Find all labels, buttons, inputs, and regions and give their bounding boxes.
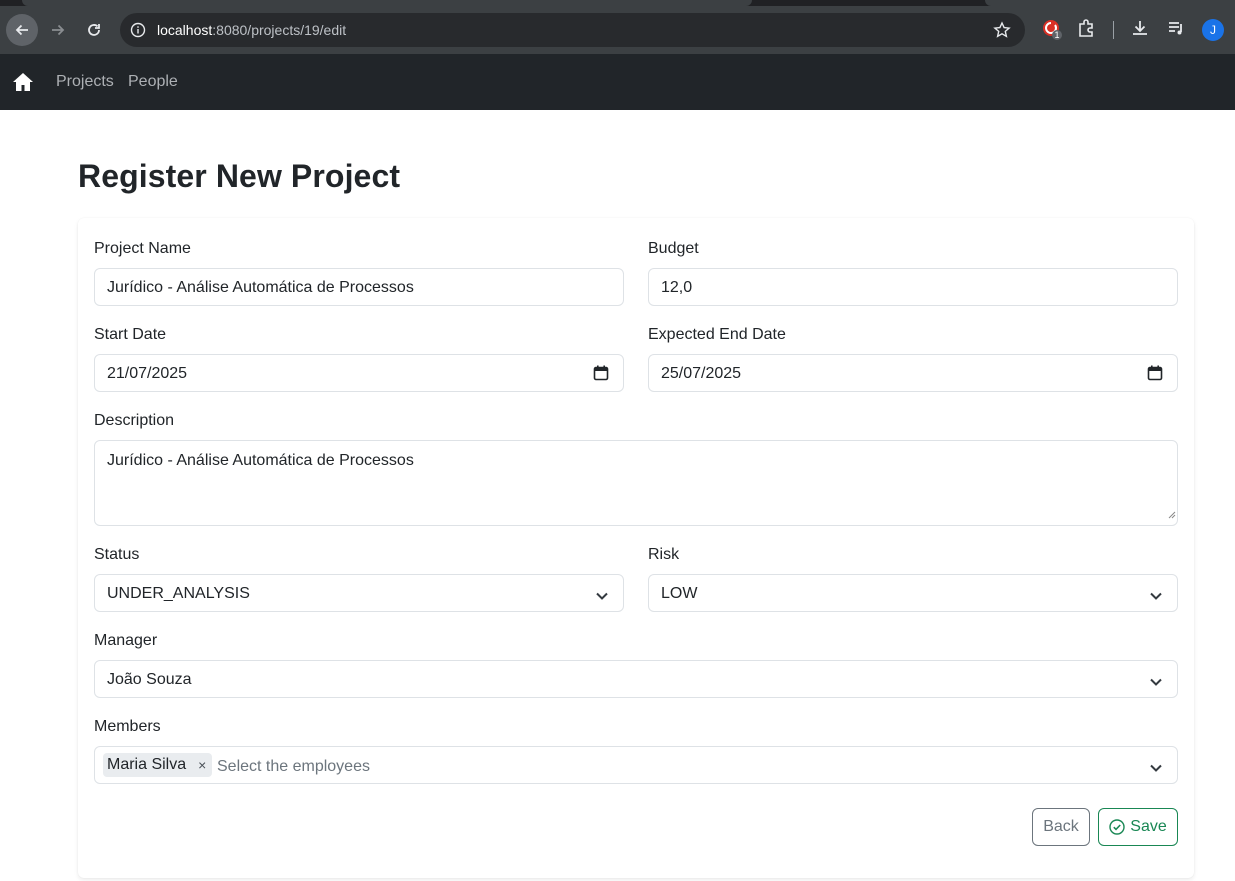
- check-circle-icon: [1109, 819, 1125, 835]
- extension-icon[interactable]: 1: [1041, 18, 1063, 45]
- site-info-icon[interactable]: [130, 22, 146, 43]
- status-label: Status: [94, 546, 140, 563]
- back-button[interactable]: Back: [1032, 808, 1090, 846]
- start-date-value: 21/07/2025: [107, 365, 188, 382]
- risk-select[interactable]: LOW: [648, 574, 1178, 612]
- manager-value: João Souza: [107, 671, 192, 688]
- project-name-label: Project Name: [94, 240, 191, 257]
- nav-link-projects[interactable]: Projects: [56, 73, 114, 91]
- save-button[interactable]: Save: [1098, 808, 1178, 846]
- risk-value: LOW: [661, 585, 698, 602]
- svg-text:1: 1: [1054, 30, 1059, 40]
- chevron-down-icon: [1149, 760, 1163, 778]
- nav-link-people[interactable]: People: [128, 73, 178, 91]
- bookmark-star-icon[interactable]: [993, 21, 1011, 44]
- status-value: UNDER_ANALYSIS: [107, 585, 250, 602]
- address-bar[interactable]: localhost:8080/projects/19/edit: [120, 13, 1025, 47]
- members-label: Members: [94, 718, 161, 735]
- arrow-left-icon: [15, 24, 28, 36]
- remove-member-button[interactable]: ×: [198, 757, 206, 773]
- url-text: localhost:8080/projects/19/edit: [157, 22, 347, 38]
- download-icon[interactable]: [1130, 18, 1150, 43]
- browser-toolbar: localhost:8080/projects/19/edit 1 J: [0, 0, 1235, 54]
- back-button-label: Back: [1043, 818, 1079, 835]
- budget-label: Budget: [648, 240, 699, 257]
- resize-grip-icon[interactable]: [1166, 506, 1176, 524]
- member-tag-label: Maria Silva: [107, 756, 187, 773]
- risk-label: Risk: [648, 546, 680, 563]
- chevron-down-icon: [1149, 588, 1163, 606]
- status-select[interactable]: UNDER_ANALYSIS: [94, 574, 624, 612]
- manager-select[interactable]: João Souza: [94, 660, 1178, 698]
- start-date-label: Start Date: [94, 326, 167, 343]
- chevron-down-icon: [595, 588, 609, 606]
- chevron-down-icon: [1149, 674, 1163, 692]
- arrow-right-icon: [52, 24, 65, 36]
- end-date-input[interactable]: 25/07/2025: [648, 354, 1178, 392]
- description-textarea[interactable]: Jurídico - Análise Automática de Process…: [94, 440, 1178, 526]
- calendar-icon[interactable]: [1147, 365, 1163, 386]
- active-tab[interactable]: [22, 0, 752, 6]
- budget-input[interactable]: 12,0: [648, 268, 1178, 306]
- description-label: Description: [94, 412, 175, 429]
- description-value: Jurídico - Análise Automática de Process…: [107, 452, 414, 469]
- start-date-input[interactable]: 21/07/2025: [94, 354, 624, 392]
- end-date-value: 25/07/2025: [661, 365, 742, 382]
- back-button[interactable]: [6, 14, 38, 46]
- reload-icon: [88, 24, 100, 36]
- tab-strip: [0, 0, 1235, 6]
- inactive-tab[interactable]: [985, 0, 1235, 6]
- members-placeholder[interactable]: Select the employees: [217, 758, 370, 776]
- member-tag: Maria Silva ×: [103, 753, 213, 777]
- reload-button[interactable]: [78, 14, 110, 46]
- project-name-value: Jurídico - Análise Automática de Process…: [107, 279, 414, 296]
- media-queue-icon[interactable]: [1166, 18, 1186, 43]
- toolbar-separator: [1113, 21, 1114, 39]
- page-title: Register New Project: [78, 158, 401, 194]
- extensions-puzzle-icon[interactable]: [1077, 18, 1097, 43]
- save-button-label: Save: [1130, 818, 1167, 835]
- project-name-input[interactable]: Jurídico - Análise Automática de Process…: [94, 268, 624, 306]
- end-date-label: Expected End Date: [648, 326, 786, 343]
- profile-avatar[interactable]: J: [1202, 19, 1224, 41]
- budget-value: 12,0: [661, 279, 693, 296]
- manager-label: Manager: [94, 632, 158, 649]
- calendar-icon[interactable]: [593, 365, 609, 386]
- forward-button[interactable]: [42, 14, 74, 46]
- members-multiselect[interactable]: Maria Silva × Select the employees: [94, 746, 1178, 784]
- app-navbar: Projects People: [0, 54, 1235, 110]
- home-icon[interactable]: [12, 72, 34, 97]
